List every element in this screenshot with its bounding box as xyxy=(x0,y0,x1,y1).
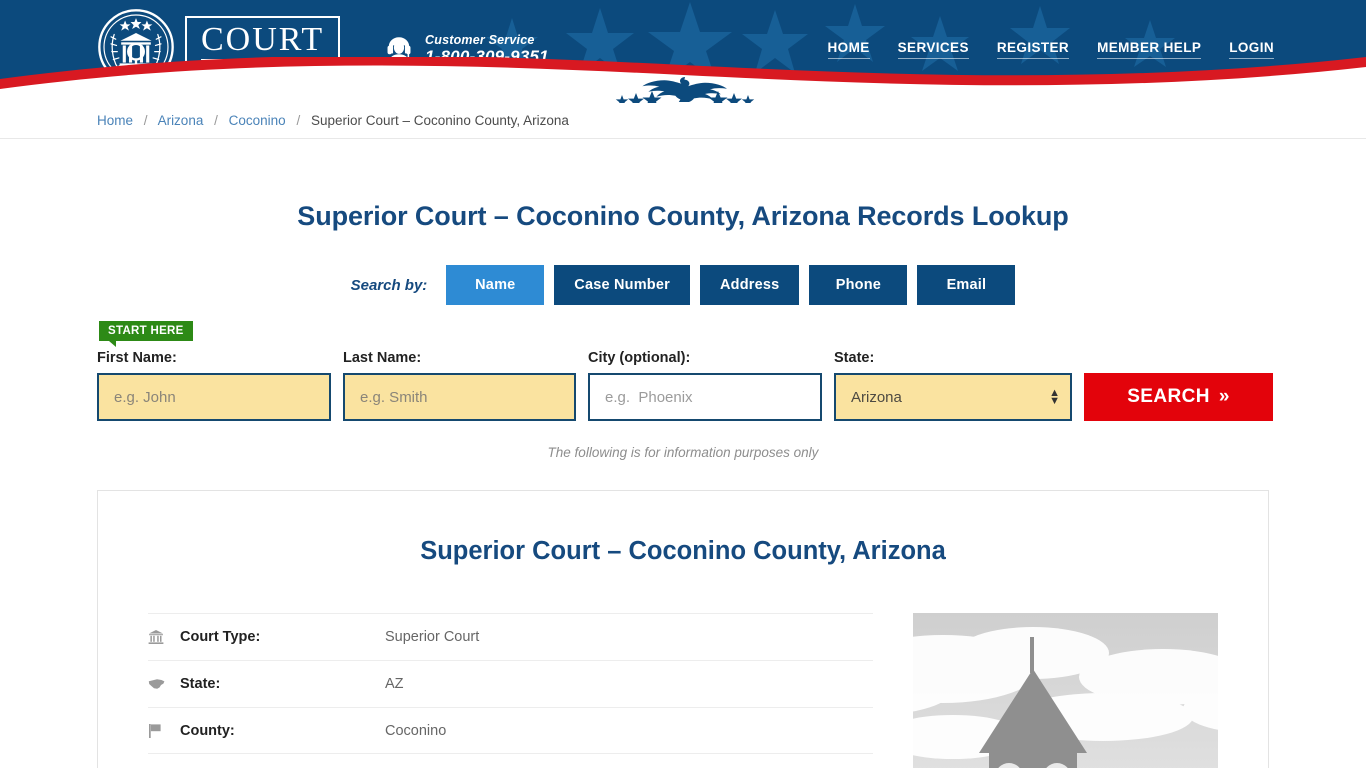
courthouse-photo xyxy=(912,613,1218,768)
city-group: City (optional): xyxy=(588,350,822,421)
bank-courthouse-icon xyxy=(148,629,180,645)
start-here-badge: START HERE xyxy=(99,321,193,347)
row-label: County: xyxy=(180,722,235,739)
row-label: Court Type: xyxy=(180,629,261,645)
info-purposes-note: The following is for information purpose… xyxy=(547,445,819,460)
customer-service-label: Customer Service xyxy=(425,33,535,48)
row-label: State: xyxy=(180,676,221,692)
search-button-label: SEARCH xyxy=(1127,386,1210,407)
breadcrumb-item-coconino[interactable]: Coconino xyxy=(229,113,286,128)
search-form: START HERE First Name: Last Name: City (… xyxy=(0,317,1366,427)
breadcrumb-item-arizona[interactable]: Arizona xyxy=(158,113,204,128)
state-label: State: xyxy=(834,350,875,366)
search-by-tabs: Search by: Name Case Number Address Phon… xyxy=(0,265,1366,305)
table-row: County: Coconino xyxy=(148,707,873,754)
row-value: AZ xyxy=(385,676,404,692)
tab-name[interactable]: Name xyxy=(446,265,545,305)
state-select[interactable]: Arizona xyxy=(834,373,1072,421)
flag-icon xyxy=(148,723,180,739)
table-row: State: AZ xyxy=(148,660,873,707)
breadcrumb-separator: / xyxy=(214,113,218,128)
record-card-title: Superior Court – Coconino County, Arizon… xyxy=(420,537,946,565)
breadcrumb-separator: / xyxy=(143,113,148,128)
tab-case-number[interactable]: Case Number xyxy=(554,265,690,305)
last-name-input[interactable] xyxy=(343,373,576,421)
record-card-body: Court Type: Superior Court State: AZ Cou… xyxy=(148,613,1218,768)
double-chevron-right-icon: » xyxy=(1218,386,1230,407)
city-label: City (optional): xyxy=(588,350,691,366)
search-button[interactable]: SEARCH » xyxy=(1084,373,1273,421)
courthouse-photo-svg xyxy=(912,613,1218,768)
site-header: COURT CASE FINDER Customer Service 1-800… xyxy=(0,0,1366,103)
tab-email[interactable]: Email xyxy=(917,265,1016,305)
state-select-wrap: Arizona ▲ ▼ xyxy=(834,373,1072,421)
row-value: Superior Court xyxy=(385,629,480,645)
search-by-label: Search by: xyxy=(350,276,428,294)
breadcrumb-bar: Home / Arizona / Coconino / Superior Cou… xyxy=(0,103,1366,139)
first-name-label: First Name: xyxy=(97,350,177,366)
eagle-emblem-icon xyxy=(615,77,755,103)
usa-map-icon xyxy=(148,678,180,691)
first-name-input[interactable] xyxy=(97,373,331,421)
record-card: Superior Court – Coconino County, Arizon… xyxy=(97,490,1269,768)
court-detail-table: Court Type: Superior Court State: AZ Cou… xyxy=(148,613,873,768)
first-name-group: First Name: xyxy=(97,350,331,421)
tab-address[interactable]: Address xyxy=(699,265,800,305)
breadcrumb: Home / Arizona / Coconino / Superior Cou… xyxy=(97,113,569,128)
search-fields: First Name: Last Name: City (optional): … xyxy=(97,350,1273,421)
page-title: Superior Court – Coconino County, Arizon… xyxy=(297,201,1069,231)
table-row: Court Type: Superior Court xyxy=(148,613,873,660)
last-name-group: Last Name: xyxy=(343,350,576,421)
breadcrumb-item-current: Superior Court – Coconino County, Arizon… xyxy=(310,113,569,128)
tab-phone[interactable]: Phone xyxy=(809,265,908,305)
city-input[interactable] xyxy=(588,373,822,421)
state-group: State: Arizona ▲ ▼ xyxy=(834,350,1072,421)
breadcrumb-item-home[interactable]: Home xyxy=(97,113,133,128)
row-value: Coconino xyxy=(385,722,447,739)
logo-title: COURT xyxy=(201,20,325,60)
breadcrumb-separator: / xyxy=(296,113,301,128)
last-name-label: Last Name: xyxy=(343,350,422,366)
